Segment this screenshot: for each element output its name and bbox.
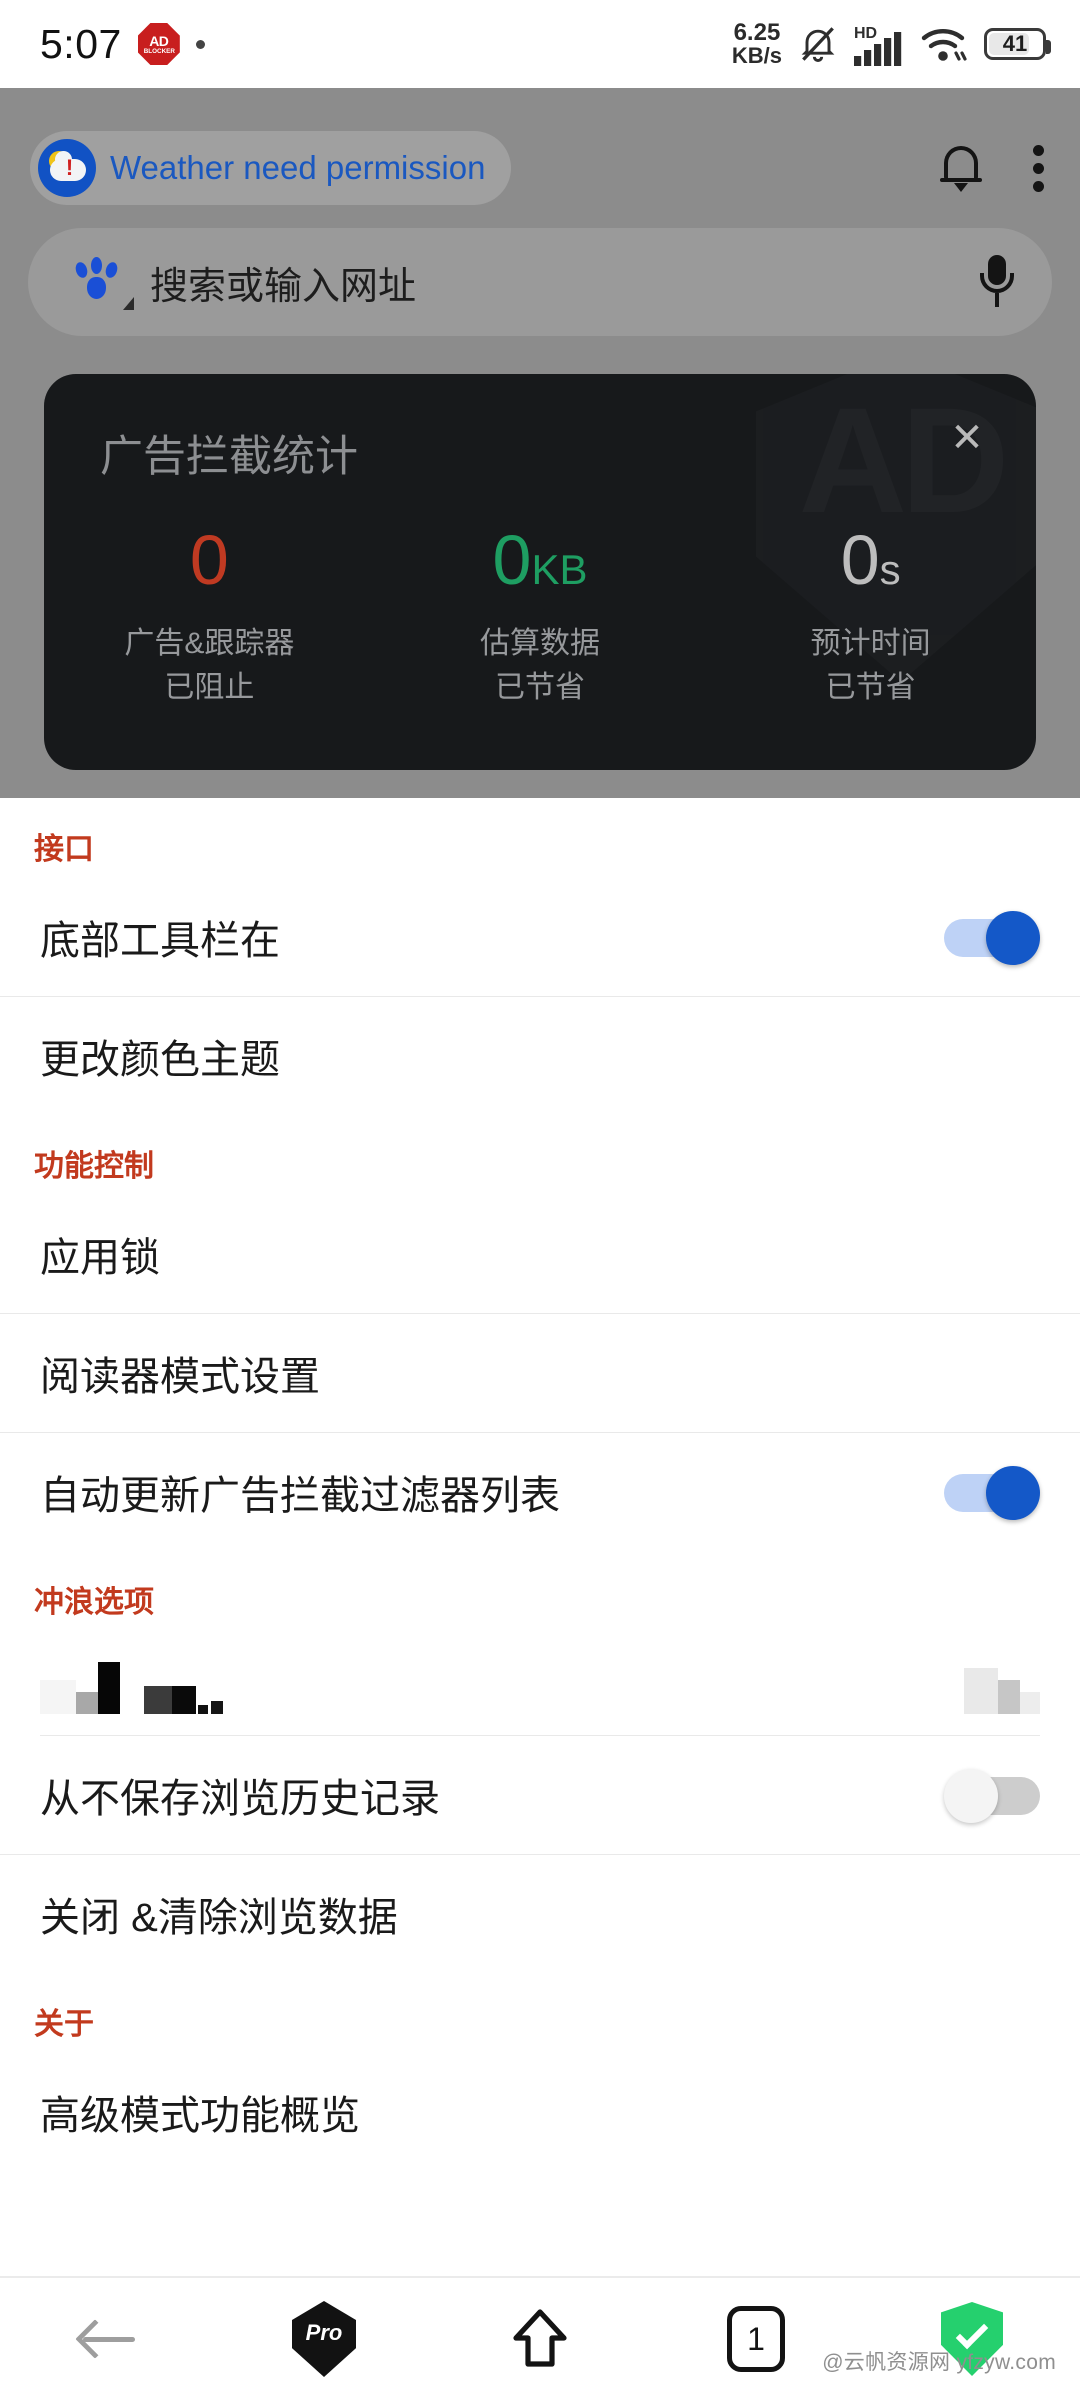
setting-row-advanced-overview[interactable]: 高级模式功能概览 [0, 2053, 1080, 2171]
section-header-interface: 接口 [34, 833, 94, 866]
stat-value: 0 [840, 521, 880, 599]
weather-permission-chip[interactable]: ! Weather need permission [30, 131, 512, 205]
tabs-button[interactable]: 1 [648, 2278, 864, 2400]
close-icon[interactable]: ✕ [946, 418, 988, 460]
kebab-menu-icon[interactable] [1032, 144, 1044, 192]
weather-permission-label: Weather need permission [110, 149, 486, 186]
stats-row: 0 广告&跟踪器 已阻止 0KB 估算数据 已节省 0s 预计时间 已节省 [44, 524, 1036, 710]
section-header-features: 功能控制 [34, 1150, 154, 1183]
stat-label-line2: 已节省 [495, 671, 585, 704]
stats-card-title: 广告拦截统计 [100, 433, 358, 481]
stat-label-line1: 预计时间 [810, 627, 931, 660]
browser-top-panel: ! Weather need permission 搜索或输入网址 AD 广告拦… [0, 88, 1080, 798]
setting-label: 更改颜色主题 [40, 1038, 280, 1082]
status-bar-right: 6.25 KB/s HD 41 [732, 21, 1051, 67]
setting-row-auto-update-filters[interactable]: 自动更新广告拦截过滤器列表 [0, 1433, 1080, 1551]
network-speed-unit: KB/s [731, 43, 782, 68]
setting-row-bottom-toolbar[interactable]: 底部工具栏在 [0, 878, 1080, 996]
setting-row-reader-mode[interactable]: 阅读器模式设置 [0, 1314, 1080, 1432]
toggle-auto-update-filters[interactable] [944, 1466, 1040, 1520]
svg-text:HD: HD [854, 25, 877, 42]
censored-toggle-mosaic[interactable] [964, 1652, 1040, 1714]
section-header-about: 关于 [34, 2008, 94, 2041]
ad-badge-line2: BLOCKER [143, 47, 175, 55]
stat-label-line2: 已阻止 [164, 671, 255, 704]
stat-label-line2: 已节省 [825, 671, 916, 704]
setting-label: 阅读器模式设置 [40, 1355, 320, 1399]
stat-ads-blocked: 0 广告&跟踪器 已阻止 [44, 524, 375, 710]
section-header-browsing: 冲浪选项 [34, 1586, 154, 1619]
search-bar[interactable]: 搜索或输入网址 [28, 228, 1052, 336]
setting-row-never-save-history[interactable]: 从不保存浏览历史记录 [0, 1736, 1080, 1854]
baidu-paw-icon[interactable] [72, 256, 134, 310]
stat-unit: s [879, 546, 901, 593]
arrow-left-icon [75, 2317, 137, 2361]
battery-indicator: 41 [984, 28, 1051, 60]
microphone-icon[interactable] [980, 255, 1014, 309]
stat-data-saved: 0KB 估算数据 已节省 [375, 524, 706, 710]
stat-label: 广告&跟踪器 已阻止 [44, 622, 375, 710]
back-button[interactable] [0, 2278, 216, 2400]
toggle-never-save-history[interactable] [944, 1769, 1040, 1823]
ad-blocker-badge: AD BLOCKER [137, 23, 180, 65]
wifi-icon [921, 29, 967, 61]
stat-value: 0 [189, 521, 229, 599]
stat-value: 0 [492, 521, 532, 599]
setting-row-app-lock[interactable]: 应用锁 [0, 1195, 1080, 1313]
pro-button[interactable]: Pro [216, 2278, 432, 2400]
stat-label-line1: 估算数据 [480, 627, 600, 660]
settings-list: 接口 底部工具栏在 更改颜色主题 功能控制 应用锁 阅读器模式设置 自动更新广告… [0, 798, 1080, 2171]
hd-signal-icon: HD [854, 25, 902, 66]
stat-label: 估算数据 已节省 [375, 622, 706, 710]
setting-row-color-theme[interactable]: 更改颜色主题 [0, 997, 1080, 1115]
home-button[interactable] [432, 2278, 648, 2400]
toggle-bottom-toolbar[interactable] [944, 911, 1040, 965]
stat-unit: KB [531, 546, 588, 593]
status-bar-left: 5:07 AD BLOCKER [40, 21, 205, 68]
adblock-stats-card: AD 广告拦截统计 ✕ 0 广告&跟踪器 已阻止 0KB 估算数据 已节省 0s… [44, 374, 1036, 770]
stat-label-line1: 广告&跟踪器 [124, 627, 295, 660]
setting-label: 从不保存浏览历史记录 [40, 1777, 440, 1821]
ad-badge-line1: AD [149, 32, 169, 49]
shield-button[interactable] [864, 2278, 1080, 2400]
battery-percent: 41 [1002, 31, 1028, 56]
setting-label: 应用锁 [40, 1236, 160, 1280]
setting-label: 自动更新广告拦截过滤器列表 [40, 1474, 560, 1518]
tab-count-icon: 1 [727, 2306, 785, 2372]
site-watermark: @云帆资源网 yfzyw.com [822, 2351, 1056, 2374]
bottom-nav-bar: Pro 1 [0, 2278, 1080, 2400]
setting-label: 底部工具栏在 [40, 919, 280, 963]
notification-dot-icon [195, 39, 205, 49]
status-time: 5:07 [40, 20, 122, 67]
pro-shield-icon: Pro [292, 2301, 356, 2377]
setting-row-exit-clear-data[interactable]: 关闭 &清除浏览数据 [0, 1855, 1080, 1973]
network-speed-value: 6.25 [733, 19, 781, 46]
stat-label: 预计时间 已节省 [705, 622, 1036, 710]
status-bar: 5:07 AD BLOCKER 6.25 KB/s HD 41 [0, 0, 1080, 88]
setting-label: 关闭 &清除浏览数据 [40, 1896, 398, 1940]
stat-time-saved: 0s 预计时间 已节省 [705, 524, 1036, 710]
bell-muted-icon [801, 27, 835, 62]
search-input[interactable]: 搜索或输入网址 [150, 255, 980, 310]
censored-label-mosaic [40, 1652, 223, 1714]
network-speed: 6.25 KB/s [732, 21, 782, 67]
browser-toolbar: ! Weather need permission [0, 114, 1080, 222]
phone-screen: 5:07 AD BLOCKER 6.25 KB/s HD 41 ! Weathe… [0, 0, 1080, 2400]
weather-warning-icon: ! [38, 139, 96, 197]
notification-bell-icon[interactable] [938, 142, 984, 194]
setting-label: 高级模式功能概览 [40, 2094, 360, 2138]
home-icon [510, 2308, 570, 2370]
setting-row-censored[interactable] [0, 1631, 1080, 1735]
